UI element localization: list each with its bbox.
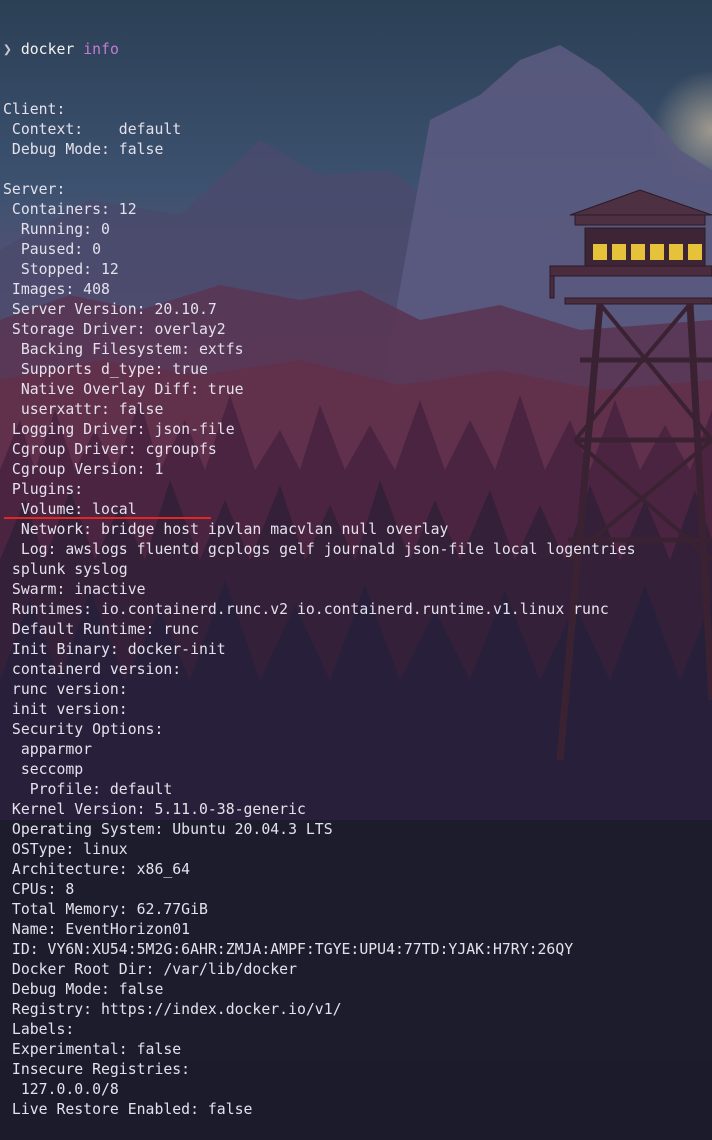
- output-line: Paused: 0: [3, 241, 101, 258]
- output-line: ID: VY6N:XU54:5M2G:6AHR:ZMJA:AMPF:TGYE:U…: [3, 941, 574, 958]
- output-line: containerd version:: [3, 661, 182, 678]
- output-line: Running: 0: [3, 221, 110, 238]
- output-line: Server:: [3, 181, 66, 198]
- output-line: Architecture: x86_64: [3, 861, 191, 878]
- output-line: Supports d_type: true: [3, 361, 208, 378]
- command-name: docker: [20, 41, 75, 58]
- output-line: Docker Root Dir: /var/lib/docker: [3, 961, 297, 978]
- output-line: runc version:: [3, 681, 128, 698]
- output-line: init version:: [3, 701, 128, 718]
- prompt-line: ❯ docker info: [3, 40, 636, 60]
- output-line: Debug Mode: false: [3, 141, 164, 158]
- swarm-highlight-underline: [4, 517, 211, 519]
- output-line: Cgroup Version: 1: [3, 461, 164, 478]
- output-line: Storage Driver: overlay2: [3, 321, 226, 338]
- prompt-symbol: ❯: [3, 41, 12, 58]
- output-line: Registry: https://index.docker.io/v1/: [3, 1001, 342, 1018]
- output-line: Server Version: 20.10.7: [3, 301, 217, 318]
- output-line: OSType: linux: [3, 841, 128, 858]
- output-line: Name: EventHorizon01: [3, 921, 191, 938]
- output-line: CPUs: 8: [3, 881, 75, 898]
- output-line: 127.0.0.0/8: [3, 1081, 119, 1098]
- output-line: userxattr: false: [3, 401, 164, 418]
- command-output: Client: Context: default Debug Mode: fal…: [3, 100, 636, 1120]
- output-line: Native Overlay Diff: true: [3, 381, 244, 398]
- output-line: Swarm: inactive: [3, 581, 146, 598]
- output-line: Insecure Registries:: [3, 1061, 191, 1078]
- output-line: Images: 408: [3, 281, 110, 298]
- output-line: Kernel Version: 5.11.0-38-generic: [3, 801, 306, 818]
- output-line: Log: awslogs fluentd gcplogs gelf journa…: [3, 541, 636, 558]
- output-line: Network: bridge host ipvlan macvlan null…: [3, 521, 449, 538]
- output-line: Runtimes: io.containerd.runc.v2 io.conta…: [3, 601, 609, 618]
- output-line: Containers: 12: [3, 201, 137, 218]
- output-line: splunk syslog: [3, 561, 128, 578]
- output-line: Security Options:: [3, 721, 164, 738]
- output-line: Operating System: Ubuntu 20.04.3 LTS: [3, 821, 333, 838]
- output-line: seccomp: [3, 761, 84, 778]
- output-line: Labels:: [3, 1021, 75, 1038]
- output-line: Client:: [3, 101, 66, 118]
- terminal-output: ❯ docker info Client: Context: default D…: [3, 0, 636, 1140]
- output-line: Cgroup Driver: cgroupfs: [3, 441, 217, 458]
- output-line: Logging Driver: json-file: [3, 421, 235, 438]
- output-line: Plugins:: [3, 481, 84, 498]
- output-line: Profile: default: [3, 781, 173, 798]
- output-line: Backing Filesystem: extfs: [3, 341, 244, 358]
- command-argument: info: [83, 41, 119, 58]
- output-line: Live Restore Enabled: false: [3, 1101, 253, 1118]
- output-line: Experimental: false: [3, 1041, 182, 1058]
- output-line: Total Memory: 62.77GiB: [3, 901, 208, 918]
- output-line: Debug Mode: false: [3, 981, 164, 998]
- output-line: Stopped: 12: [3, 261, 119, 278]
- output-line: Init Binary: docker-init: [3, 641, 226, 658]
- output-line: Default Runtime: runc: [3, 621, 199, 638]
- output-line: apparmor: [3, 741, 93, 758]
- output-line: Context: default: [3, 121, 182, 138]
